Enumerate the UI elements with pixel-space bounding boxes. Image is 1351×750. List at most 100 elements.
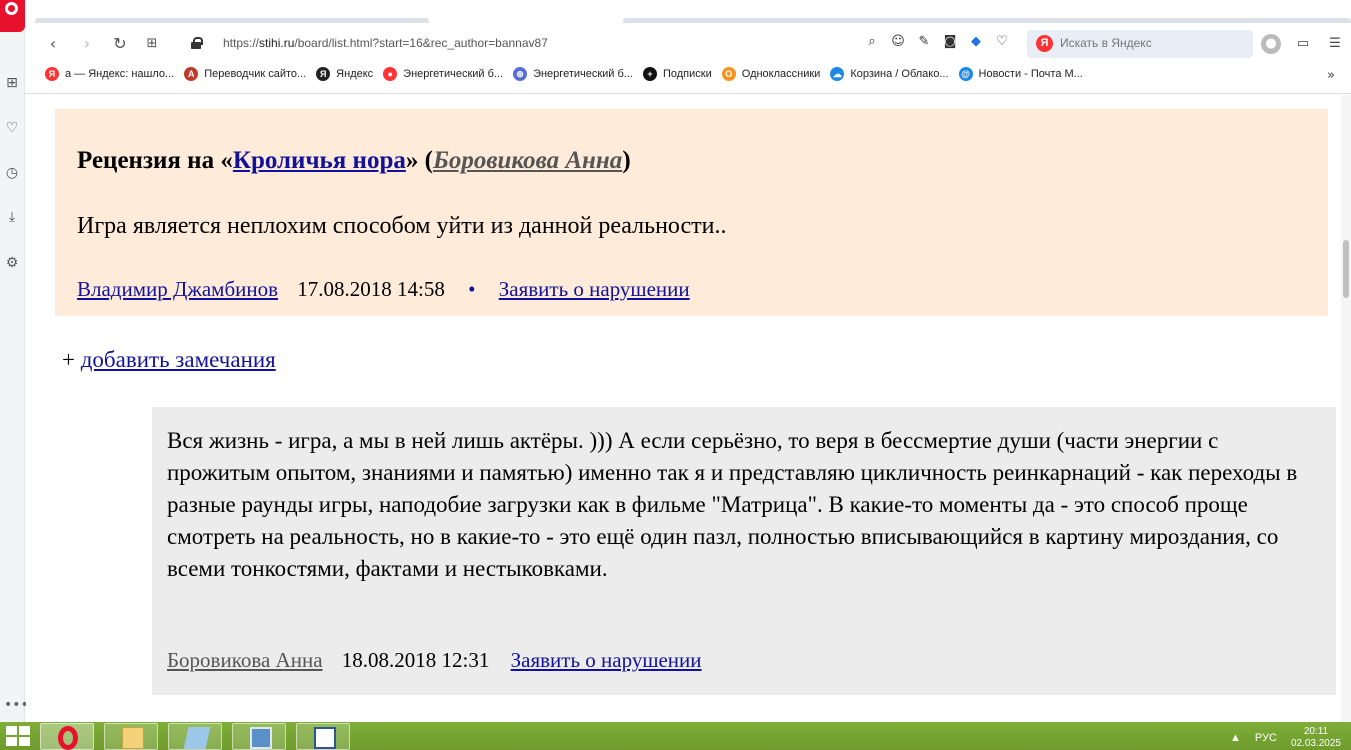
yandex-icon: Я — [316, 67, 331, 81]
bookmark-item[interactable]: A Переводчик сайто... — [184, 67, 306, 81]
profile-avatar-icon[interactable]: ● — [1261, 34, 1281, 54]
toolbar-right: ● ▭ ☰ — [1261, 34, 1345, 54]
opera-logo[interactable] — [0, 0, 25, 32]
heart-icon[interactable]: ♡ — [993, 33, 1011, 51]
review-meta: Владимир Джамбинов 17.08.2018 14:58 • За… — [77, 277, 690, 302]
downloads-icon[interactable]: ⤓ — [3, 208, 21, 226]
reply-text: Вся жизнь - игра, а мы в ней лишь актёры… — [167, 428, 1298, 581]
add-remark: + добавить замечания — [62, 347, 276, 373]
review-datetime: 17.08.2018 14:58 — [297, 277, 445, 301]
clock-date: 02.03.2025 — [1290, 738, 1341, 749]
cloud-icon: ☁ — [830, 67, 845, 81]
reply-author-link[interactable]: Боровикова Анна — [167, 648, 323, 672]
tray-arrow-icon[interactable]: ▲ — [1230, 732, 1241, 744]
battery-icon[interactable]: ▭ — [1293, 34, 1313, 54]
clock[interactable]: 20:11 02.03.2025 — [1291, 726, 1341, 750]
bookmark-item[interactable]: @ Новости - Почта М... — [958, 67, 1083, 81]
bookmark-item[interactable]: Я Яндекс — [316, 67, 373, 81]
bookmark-label: Переводчик сайто... — [204, 68, 307, 80]
reply-card: Вся жизнь - игра, а мы в ней лишь актёры… — [152, 407, 1336, 695]
yandex-logo-icon: Я — [1036, 35, 1053, 52]
taskbar-app-button[interactable] — [232, 723, 286, 750]
bookmark-label: Одноклассники — [741, 68, 821, 80]
bookmark-label: Корзина / Облако... — [850, 68, 949, 80]
reviewer-link[interactable]: Владимир Джамбинов — [77, 277, 278, 301]
review-card: Рецензия на «Кроличья нора» (Боровикова … — [55, 109, 1328, 316]
work-title-link[interactable]: Кроличья нора — [233, 147, 406, 174]
globe-icon: ⊕ — [513, 67, 528, 81]
plus-icon: + — [642, 67, 657, 81]
bookmark-label: Новости - Почта М... — [978, 68, 1083, 80]
bookmark-item[interactable]: ● Энергетический б... — [383, 67, 503, 81]
folder-icon — [122, 727, 144, 749]
browser-toolbar: ‹ › ↻ ⊞ https://stihi.ru/board/list.html… — [25, 0, 1351, 94]
search-input[interactable] — [1060, 36, 1240, 50]
report-violation-link[interactable]: Заявить о нарушении — [511, 648, 702, 672]
clock-time: 20:11 — [1303, 726, 1329, 737]
translator-icon: A — [184, 67, 199, 81]
windows-start-icon[interactable] — [4, 725, 32, 747]
opera-icon — [58, 726, 78, 750]
ok-icon: О — [721, 67, 736, 81]
address-actions: ⌕ ☺ ✎ ◙ ◆ ♡ — [863, 33, 1011, 55]
camera-icon[interactable]: ◙ — [941, 33, 959, 51]
scrollbar[interactable] — [1341, 95, 1351, 722]
taskbar-app-button[interactable] — [168, 723, 222, 750]
address-bar: ‹ › ↻ ⊞ https://stihi.ru/board/list.html… — [25, 30, 1351, 58]
speed-dial-icon[interactable]: ⊞ — [3, 74, 21, 92]
bookmark-item[interactable]: + Подписки — [642, 67, 712, 81]
review-title: Рецензия на «Кроличья нора» (Боровикова … — [77, 147, 631, 174]
bookmarks-bar: Яа — Яндекс: нашло... A Переводчик сайто..… — [25, 62, 1351, 86]
notepad-icon — [183, 727, 211, 749]
zoom-search-icon[interactable]: ⌕ — [863, 33, 881, 51]
map-pin-icon: ● — [383, 67, 398, 81]
edit-icon[interactable]: ✎ — [915, 33, 933, 51]
forward-icon[interactable]: › — [77, 34, 97, 54]
taskbar-explorer-button[interactable] — [104, 723, 158, 750]
tab[interactable] — [35, 18, 429, 23]
review-text: Игра является неплохим способом уйти из … — [77, 213, 727, 239]
url-field[interactable]: https://stihi.ru/board/list.html?start=1… — [223, 36, 548, 50]
bookmark-label: Яндекс — [336, 68, 374, 80]
add-remark-link[interactable]: добавить замечания — [81, 347, 276, 372]
bookmarks-more-icon[interactable]: » — [1327, 68, 1335, 83]
plus-icon: + — [62, 347, 75, 372]
bookmark-label: Энергетический б... — [403, 68, 504, 80]
bookmark-label: а — Яндекс: нашло... — [65, 68, 175, 80]
taskbar-word-button[interactable] — [296, 723, 350, 750]
reply-meta: Боровикова Анна 18.08.2018 12:31 Заявить… — [167, 648, 702, 673]
page-content: Рецензия на «Кроличья нора» (Боровикова … — [26, 95, 1341, 722]
bookmark-label: Энергетический б... — [533, 68, 633, 80]
reply-datetime: 18.08.2018 12:31 — [341, 648, 490, 672]
tabs-grid-icon[interactable]: ⊞ — [142, 34, 162, 54]
settings-gear-icon[interactable]: ⚙ — [3, 254, 21, 272]
scrollbar-thumb[interactable] — [1343, 240, 1349, 298]
system-tray: ▲ РУС 20:11 02.03.2025 — [1230, 726, 1341, 750]
mail-icon: @ — [958, 67, 973, 81]
taskbar-opera-button[interactable] — [40, 723, 94, 750]
reload-icon[interactable]: ↻ — [110, 34, 130, 54]
shield-check-icon[interactable]: ◆ — [967, 33, 985, 51]
word-icon — [314, 727, 336, 749]
tab[interactable] — [623, 18, 1351, 23]
bookmark-item[interactable]: ⊕ Энергетический б... — [513, 67, 633, 81]
browser-sidebar: ⊞ ♡ ◷ ⤓ ⚙ ••• — [0, 0, 29, 722]
easy-setup-icon[interactable]: ☰ — [1325, 34, 1345, 54]
lock-icon[interactable] — [191, 37, 203, 49]
search-box[interactable]: Я — [1027, 30, 1253, 58]
tab-strip — [25, 0, 1351, 24]
bookmark-item[interactable]: Яа — Яндекс: нашло... — [45, 67, 174, 81]
bookmark-item[interactable]: ☁ Корзина / Облако... — [830, 67, 949, 81]
bookmark-label: Подписки — [662, 68, 712, 80]
separator-dot: • — [468, 277, 476, 301]
back-icon[interactable]: ‹ — [43, 34, 63, 54]
heart-icon[interactable]: ♡ — [3, 119, 21, 137]
monitor-icon — [250, 727, 272, 749]
yandex-icon: Я — [45, 67, 59, 81]
emoji-icon[interactable]: ☺ — [889, 33, 907, 51]
bookmark-item[interactable]: О Одноклассники — [721, 67, 821, 81]
work-author-link[interactable]: Боровикова Анна — [433, 147, 622, 174]
history-clock-icon[interactable]: ◷ — [3, 164, 21, 182]
language-indicator[interactable]: РУС — [1255, 732, 1277, 744]
report-violation-link[interactable]: Заявить о нарушении — [499, 277, 690, 301]
